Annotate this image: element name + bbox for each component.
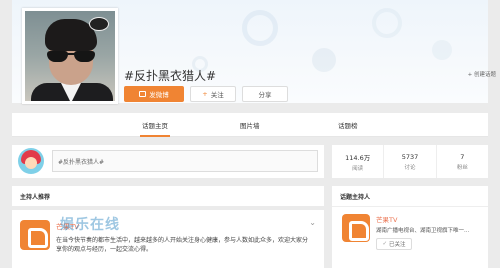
channel-logo-badge — [89, 17, 109, 31]
user-avatar[interactable] — [18, 148, 44, 174]
post-card: 芒果TV ⌄ 在当今快节奏的都市生活中，越来越多的人开始关注身心健康，参与人数如… — [12, 210, 324, 268]
tab-photo-wall[interactable]: 图片墙 — [240, 113, 260, 137]
followed-label: 已关注 — [389, 242, 406, 248]
user-avatar-face — [25, 157, 37, 169]
banner-decoration — [242, 10, 278, 46]
topic-stats: 114.6万 阅读 5737 讨论 7 粉丝 — [332, 145, 488, 178]
topic-host-header: 话题主持人 — [340, 194, 371, 201]
host-name[interactable]: 芒果TV — [376, 214, 397, 224]
host-description: 湖南广播电视台、湖南卫视旗下唯一... — [376, 228, 470, 234]
topic-avatar[interactable] — [22, 8, 118, 104]
sunglasses — [47, 51, 95, 62]
chevron-down-icon[interactable]: ⌄ — [309, 218, 316, 227]
stat-label: 粉丝 — [456, 164, 468, 171]
topic-host-panel: 话题主持人 芒果TV 湖南广播电视台、湖南卫视旗下唯一... ✓ 已关注 — [332, 186, 488, 268]
stat-value: 5737 — [401, 152, 419, 161]
topic-tabs: 话题主页 图片墙 话题榜 — [12, 113, 488, 137]
followed-button[interactable]: ✓ 已关注 — [376, 238, 412, 250]
stat-reads: 114.6万 阅读 — [332, 145, 385, 178]
divider — [332, 206, 488, 207]
host-recommend-title: 主持人推荐 — [20, 194, 51, 201]
follow-label: 关注 — [210, 91, 224, 99]
plus-icon: + — [202, 90, 208, 98]
tab-topic-rank[interactable]: 话题榜 — [338, 113, 358, 137]
banner-decoration — [372, 8, 402, 38]
create-topic-link[interactable]: + 创建话题 — [468, 70, 496, 78]
check-icon: ✓ — [382, 241, 388, 247]
banner-decoration — [312, 48, 336, 72]
follow-button[interactable]: + 关注 — [190, 86, 236, 102]
mango-tv-logo-icon[interactable] — [342, 214, 370, 242]
stat-label: 讨论 — [404, 164, 416, 171]
compose-icon — [139, 91, 147, 97]
stat-discussions: 5737 讨论 — [384, 145, 437, 178]
stat-value: 114.6万 — [345, 153, 371, 162]
host-recommend-header: 主持人推荐 — [12, 186, 324, 206]
post-weibo-button[interactable]: 发微博 — [124, 86, 184, 102]
sunglasses-lens — [47, 51, 68, 62]
post-text: 在当今快节奏的都市生活中，越来越多的人开始关注身心健康，参与人数如此众多，欢迎大… — [56, 237, 309, 253]
stat-fans: 7 粉丝 — [437, 145, 488, 178]
watermark: 娱乐在线 — [60, 217, 120, 233]
post-weibo-label: 发微博 — [149, 91, 169, 99]
tab-topic-home[interactable]: 话题主页 — [140, 113, 170, 137]
topic-title: #反扑黑衣猎人# — [124, 69, 217, 83]
sunglasses-lens — [74, 51, 95, 62]
stat-label: 阅读 — [352, 165, 364, 172]
banner-decoration — [432, 40, 452, 60]
post-input[interactable]: #反扑黑衣猎人# — [52, 150, 318, 172]
share-label: 分享 — [258, 91, 272, 99]
mango-tv-logo-icon[interactable] — [20, 220, 50, 250]
stat-value: 7 — [460, 152, 465, 161]
share-button[interactable]: 分享 — [242, 86, 288, 102]
post-composer: #反扑黑衣猎人# — [12, 145, 324, 178]
